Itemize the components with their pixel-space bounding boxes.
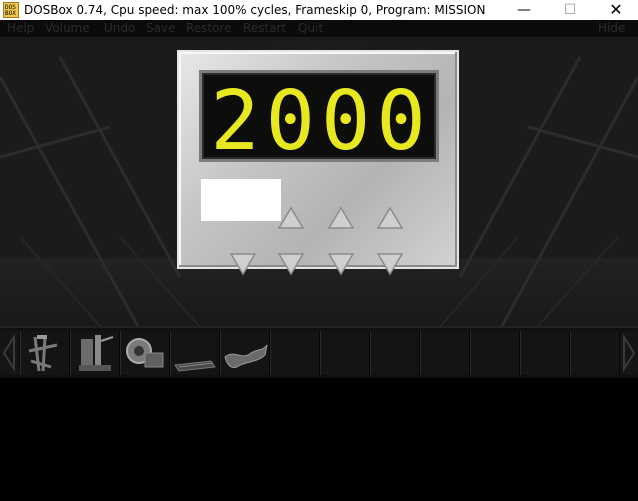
inventory-slot-pipe-tool[interactable] — [20, 331, 70, 375]
inventory-slot-empty[interactable] — [520, 331, 570, 375]
blank-white-box — [201, 179, 281, 221]
cloth-icon — [224, 344, 268, 368]
window-title: DOSBox 0.74, Cpu speed: max 100% cycles,… — [24, 3, 486, 17]
maximize-button[interactable]: ☐ — [547, 0, 593, 20]
digit1-down-arrow-icon[interactable] — [277, 252, 305, 276]
inventory-slot-empty[interactable] — [570, 331, 620, 375]
menu-quit[interactable]: Quit — [298, 21, 323, 36]
menu-help[interactable]: Help — [7, 21, 34, 36]
inventory-slot-book[interactable] — [170, 331, 220, 375]
display-value: 2000 — [210, 74, 431, 161]
display-digits: 2000 — [210, 74, 431, 161]
close-icon: ✕ — [609, 0, 623, 19]
maximize-icon: ☐ — [563, 2, 577, 18]
menu-volume[interactable]: Volume — [45, 21, 90, 36]
inventory-slot-gear-device[interactable] — [120, 331, 170, 375]
menu-restore[interactable]: Restore — [186, 21, 232, 36]
menu-undo[interactable]: Undo — [104, 21, 135, 36]
menu-save[interactable]: Save — [146, 21, 175, 36]
inventory-bar — [0, 326, 638, 378]
digit2-down-arrow-icon[interactable] — [327, 252, 355, 276]
digit1-up-arrow-icon[interactable] — [277, 206, 305, 230]
dosbox-icon[interactable]: DOS BOX — [3, 2, 19, 18]
digit3-down-arrow-icon[interactable] — [376, 252, 404, 276]
combination-panel: 2000 — [177, 50, 459, 276]
inventory-slot-machinery[interactable] — [70, 331, 120, 375]
digit-display: 2000 — [199, 70, 439, 162]
digit2-up-arrow-icon[interactable] — [327, 206, 355, 230]
digit0-down-arrow-icon[interactable] — [229, 252, 257, 276]
inventory-left-arrow-icon[interactable] — [0, 331, 18, 375]
inventory-slot-empty[interactable] — [420, 331, 470, 375]
minimize-button[interactable]: — — [501, 0, 547, 20]
menu-restart[interactable]: Restart — [243, 21, 286, 36]
inventory-slot-empty[interactable] — [270, 331, 320, 375]
digit3-up-arrow-icon[interactable] — [376, 206, 404, 230]
inventory-slot-empty[interactable] — [370, 331, 420, 375]
inventory-slot-empty[interactable] — [320, 331, 370, 375]
close-button[interactable]: ✕ — [593, 0, 638, 20]
inventory-slot-cloth[interactable] — [220, 331, 270, 375]
inventory-right-arrow-icon[interactable] — [620, 331, 638, 375]
book-icon — [174, 360, 216, 372]
inventory-slot-empty[interactable] — [470, 331, 520, 375]
menu-hide[interactable]: Hide — [598, 21, 625, 36]
machinery-icon — [79, 335, 114, 371]
game-menu-bar: Help Volume Undo Save Restore Restart Qu… — [0, 20, 638, 37]
pipe-tool-icon — [28, 335, 58, 372]
game-viewport[interactable]: Help Volume Undo Save Restore Restart Qu… — [0, 20, 638, 501]
window-titlebar: DOS BOX DOSBox 0.74, Cpu speed: max 100%… — [0, 0, 638, 20]
app-icon-text: DOS BOX — [5, 4, 16, 17]
gear-device-icon — [126, 338, 164, 368]
minimize-icon: — — [517, 2, 531, 18]
